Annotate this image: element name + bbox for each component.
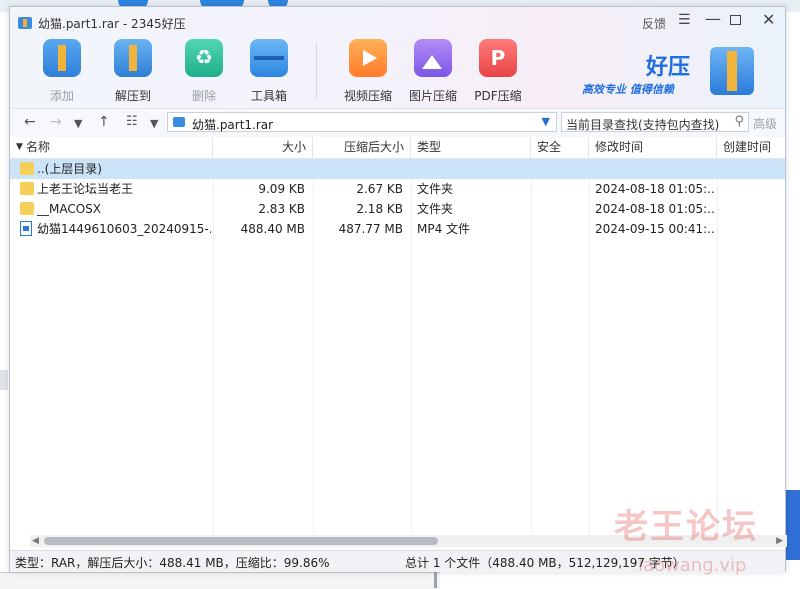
- watermark-url: laowang.vip: [638, 555, 747, 576]
- file-packed-size: 2.67 KB: [356, 182, 403, 196]
- maximize-button[interactable]: [730, 15, 741, 25]
- view-dropdown-icon[interactable]: ▼: [150, 117, 158, 130]
- view-mode-icon[interactable]: ☷: [126, 114, 138, 129]
- file-size: 2.83 KB: [258, 202, 305, 216]
- delete-label: 删除: [191, 89, 216, 103]
- feedback-button[interactable]: 反馈: [642, 15, 666, 32]
- file-name: 幼猫1449610603_20240915-...: [37, 222, 211, 236]
- menu-icon[interactable]: ☰: [678, 12, 691, 28]
- column-packed-size[interactable]: 压缩后大小: [313, 137, 411, 158]
- video-compress-label: 视频压缩: [343, 89, 392, 103]
- column-name[interactable]: ▼ 名称: [10, 137, 213, 158]
- add-button[interactable]: 添加: [30, 39, 94, 104]
- file-packed-size: 2.18 KB: [356, 202, 403, 216]
- extract-button[interactable]: 解压到: [101, 39, 165, 104]
- watermark-text: 老王论坛: [614, 507, 758, 547]
- file-type: 文件夹: [417, 202, 454, 216]
- pdf-compress-button[interactable]: PDF压缩: [466, 39, 530, 104]
- list-item-parent-dir[interactable]: ..(上层目录): [10, 159, 785, 179]
- list-item[interactable]: 上老王论坛当老王 9.09 KB 2.67 KB 文件夹 2024-08-18 …: [10, 179, 785, 199]
- file-size: 9.09 KB: [258, 182, 305, 196]
- file-type: MP4 文件: [417, 222, 471, 236]
- file-size: 488.40 MB: [240, 222, 305, 236]
- pdf-icon: [479, 39, 517, 77]
- file-name: 上老王论坛当老王: [37, 182, 134, 196]
- history-dropdown-icon[interactable]: ▼: [74, 117, 82, 130]
- search-icon[interactable]: ⚲: [734, 114, 744, 129]
- forward-arrow-icon[interactable]: →: [50, 114, 62, 130]
- brand-slogan: 高效专业 值得信赖: [582, 83, 674, 96]
- archive-window: 幼猫.part1.rar - 2345好压 反馈 ☰ — ✕ 添加 解压到 删除…: [9, 6, 787, 572]
- image-icon: [414, 39, 452, 77]
- background-window-edge: [0, 370, 8, 390]
- background-window-edge: [0, 572, 440, 589]
- video-file-icon: [20, 221, 32, 236]
- column-name-label: 名称: [26, 140, 51, 154]
- delete-button[interactable]: 删除: [172, 39, 236, 104]
- folder-icon: [20, 202, 34, 215]
- back-arrow-icon[interactable]: ←: [24, 114, 36, 130]
- scrollbar-thumb[interactable]: [44, 537, 438, 545]
- background-window-edge: [786, 490, 800, 560]
- archive-icon: [173, 117, 185, 127]
- file-type: 文件夹: [417, 182, 454, 196]
- search-input[interactable]: 当前目录查找(支持包内查找) ⚲: [561, 112, 749, 132]
- sort-arrow-icon: ▼: [16, 142, 23, 152]
- column-security[interactable]: 安全: [531, 137, 589, 158]
- column-size[interactable]: 大小: [213, 137, 313, 158]
- window-header: 幼猫.part1.rar - 2345好压 反馈 ☰ — ✕ 添加 解压到 删除…: [10, 7, 785, 108]
- background-window-edge: [434, 570, 437, 588]
- scroll-left-icon[interactable]: ◀: [32, 535, 39, 547]
- window-title: 幼猫.part1.rar - 2345好压: [38, 17, 186, 31]
- toolbar-divider: [316, 43, 317, 99]
- archive-add-icon: [43, 39, 81, 77]
- up-arrow-icon[interactable]: ↑: [98, 114, 110, 130]
- close-button[interactable]: ✕: [762, 10, 775, 29]
- extract-label: 解压到: [114, 89, 151, 103]
- search-placeholder: 当前目录查找(支持包内查找): [566, 118, 720, 132]
- toolbox-icon: [250, 39, 288, 77]
- minimize-button[interactable]: —: [705, 9, 721, 28]
- path-text: 幼猫.part1.rar: [192, 118, 274, 132]
- add-label: 添加: [49, 89, 74, 103]
- archive-info: 类型：RAR，解压后大小：488.41 MB，压缩比：99.86%: [15, 556, 330, 570]
- file-packed-size: 487.77 MB: [338, 222, 403, 236]
- app-icon: [18, 17, 32, 29]
- image-compress-label: 图片压缩: [408, 89, 457, 103]
- advanced-search-link[interactable]: 高级: [753, 115, 777, 132]
- folder-icon: [20, 182, 34, 195]
- video-compress-button[interactable]: 视频压缩: [336, 39, 400, 104]
- path-dropdown-icon[interactable]: ▼: [542, 115, 550, 128]
- file-name: ..(上层目录): [37, 162, 102, 176]
- pdf-compress-label: PDF压缩: [474, 89, 522, 103]
- archive-extract-icon: [114, 39, 152, 77]
- toolbox-label: 工具箱: [250, 89, 287, 103]
- column-created[interactable]: 创建时间: [717, 137, 785, 158]
- list-header: ▼ 名称 大小 压缩后大小 类型 安全 修改时间 创建时间: [10, 137, 785, 159]
- brand-name: 好压: [646, 55, 691, 80]
- path-field[interactable]: 幼猫.part1.rar ▼: [167, 112, 557, 132]
- scroll-right-icon[interactable]: ▶: [776, 535, 783, 547]
- image-compress-button[interactable]: 图片压缩: [401, 39, 465, 104]
- folder-icon: [20, 162, 34, 175]
- file-modified: 2024-08-18 01:05:...: [595, 182, 715, 196]
- address-bar: ← → ▼ ↑ ☷ ▼ 幼猫.part1.rar ▼ 当前目录查找(支持包内查找…: [10, 108, 785, 138]
- toolbox-button[interactable]: 工具箱: [237, 39, 301, 104]
- file-modified: 2024-09-15 00:41:...: [595, 222, 715, 236]
- list-item[interactable]: __MACOSX 2.83 KB 2.18 KB 文件夹 2024-08-18 …: [10, 199, 785, 219]
- recycle-icon: [185, 39, 223, 77]
- file-name: __MACOSX: [37, 202, 102, 216]
- column-modified[interactable]: 修改时间: [589, 137, 717, 158]
- file-list: ▼ 名称 大小 压缩后大小 类型 安全 修改时间 创建时间 ..(上层目录) 上…: [10, 137, 785, 535]
- column-type[interactable]: 类型: [411, 137, 531, 158]
- brand-logo-icon: [710, 47, 754, 95]
- file-modified: 2024-08-18 01:05:...: [595, 202, 715, 216]
- list-item[interactable]: 幼猫1449610603_20240915-... 488.40 MB 487.…: [10, 219, 785, 239]
- video-icon: [349, 39, 387, 77]
